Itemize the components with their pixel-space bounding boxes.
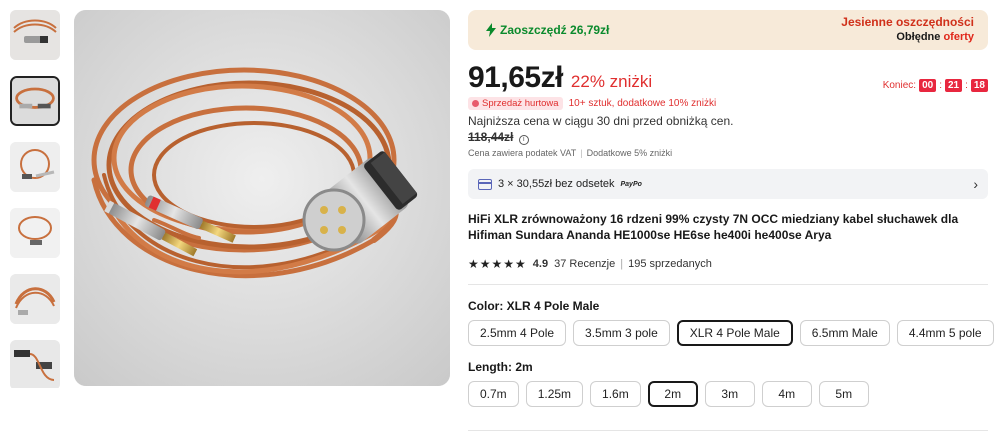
wholesale-tag-text: Sprzedaż hurtowa: [482, 98, 559, 109]
promo-title: Jesienne oszczędności: [841, 15, 974, 29]
saving-label: Zaoszczędź 26,79zł: [486, 23, 609, 37]
info-icon[interactable]: i: [518, 135, 529, 145]
timer-seconds: 18: [970, 79, 988, 92]
promo-sub-accent: oferty: [943, 31, 974, 43]
extra-discount-text: Dodatkowe 5% zniżki: [586, 148, 673, 158]
wholesale-offer[interactable]: Sprzedaż hurtowa 10+ sztuk, dodatkowe 10…: [468, 97, 988, 110]
length-option[interactable]: 5m: [818, 381, 869, 407]
color-option[interactable]: 6.5mm Male: [799, 320, 890, 346]
chevron-right-icon[interactable]: ›: [973, 176, 978, 192]
rating-score: 4.9: [532, 258, 549, 270]
lowest-price-info: Najniższa cena w ciągu 30 dni przed obni…: [468, 113, 738, 145]
timer-sep: :: [965, 80, 968, 91]
thumbnail-5[interactable]: [10, 274, 60, 324]
lowest-price-text: Najniższa cena w ciągu 30 dni przed obni…: [468, 114, 734, 128]
divider: [468, 284, 988, 285]
promo-campaign: Jesienne oszczędności Obłędne oferty: [841, 15, 974, 45]
lightning-icon: [486, 23, 496, 37]
vat-info: Cena zawiera podatek VAT | Dodatkowe 5% zn…: [468, 148, 988, 158]
timer-label: Koniec:: [882, 80, 917, 91]
wholesale-badge: Sprzedaż hurtowa: [468, 97, 563, 110]
lowest-price-value: 118,44zł: [468, 130, 514, 144]
color-option[interactable]: 3.5mm 3 pole: [573, 320, 670, 346]
thumbnail-1[interactable]: [10, 10, 60, 60]
length-option[interactable]: 1.25m: [525, 381, 584, 407]
color-option[interactable]: XLR 4 Pole Male: [676, 320, 793, 346]
thumbnail-3[interactable]: [10, 142, 60, 192]
vat-sep: |: [580, 148, 583, 158]
length-options: 0.7m 1.25m 1.6m 2m 3m 4m 5m: [468, 381, 988, 407]
thumbnail-6[interactable]: [10, 340, 60, 388]
color-options: 2.5mm 4 Pole 3.5mm 3 pole XLR 4 Pole Male 6…: [468, 320, 994, 346]
wholesale-text: 10+ sztuk, dodatkowe 10% zniżki: [568, 98, 717, 109]
paypo-logo: PayPo: [620, 180, 642, 188]
thumbnail-2[interactable]: [10, 76, 60, 126]
countdown-timer: Koniec: 00 : 21 : 18: [883, 79, 988, 92]
vat-text: Cena zawiera podatek VAT: [468, 148, 577, 158]
timer-minutes: 21: [944, 79, 963, 92]
product-info: Zaoszczędź 26,79zł Jesienne oszczędności…: [468, 10, 994, 407]
rating-sep: |: [620, 258, 624, 270]
timer-sep: :: [939, 80, 942, 91]
divider-bottom: [468, 430, 988, 431]
color-option[interactable]: 4.4mm 5 pole: [896, 320, 994, 346]
length-option[interactable]: 1.6m: [590, 381, 641, 407]
length-label: Length: 2m: [468, 360, 533, 374]
installments-bar[interactable]: 3 × 30,55zł bez odsetek PayPo ›: [468, 169, 988, 199]
star-rating-icon: ★★★★★: [468, 257, 527, 271]
installments-info: 3 × 30,55zł bez odsetek PayPo: [478, 178, 642, 190]
sold-count: 195 sprzedanych: [628, 258, 712, 270]
color-label: Color: XLR 4 Pole Male: [468, 299, 600, 313]
timer-hours: 00: [919, 79, 937, 92]
promo-sub-prefix: Obłędne: [896, 31, 944, 43]
review-count[interactable]: 37 Recenzje: [554, 258, 615, 270]
main-product-image[interactable]: [74, 10, 450, 386]
length-option[interactable]: 2m: [647, 381, 698, 407]
length-option[interactable]: 4m: [761, 381, 812, 407]
rating-row[interactable]: ★★★★★ 4.9 37 Recenzje | 195 sprzedanych: [468, 257, 988, 271]
installments-text: 3 × 30,55zł bez odsetek: [498, 178, 615, 190]
product-title: HiFi XLR zrównoważony 16 rdzeni 99% czys…: [468, 212, 959, 242]
discount-percent: 22% zniżki: [570, 72, 653, 91]
color-option[interactable]: 2.5mm 4 Pole: [468, 320, 567, 346]
tag-icon: [472, 100, 479, 107]
current-price: 91,65zł: [468, 61, 563, 94]
thumbnail-strip: [10, 10, 62, 388]
promo-subtitle: Obłędne oferty: [841, 30, 974, 45]
promo-banner[interactable]: Zaoszczędź 26,79zł Jesienne oszczędności…: [468, 10, 988, 50]
saving-text: Zaoszczędź 26,79zł: [500, 23, 610, 37]
length-option[interactable]: 3m: [704, 381, 755, 407]
card-icon: [478, 178, 492, 190]
thumbnail-4[interactable]: [10, 208, 60, 258]
length-option[interactable]: 0.7m: [468, 381, 519, 407]
